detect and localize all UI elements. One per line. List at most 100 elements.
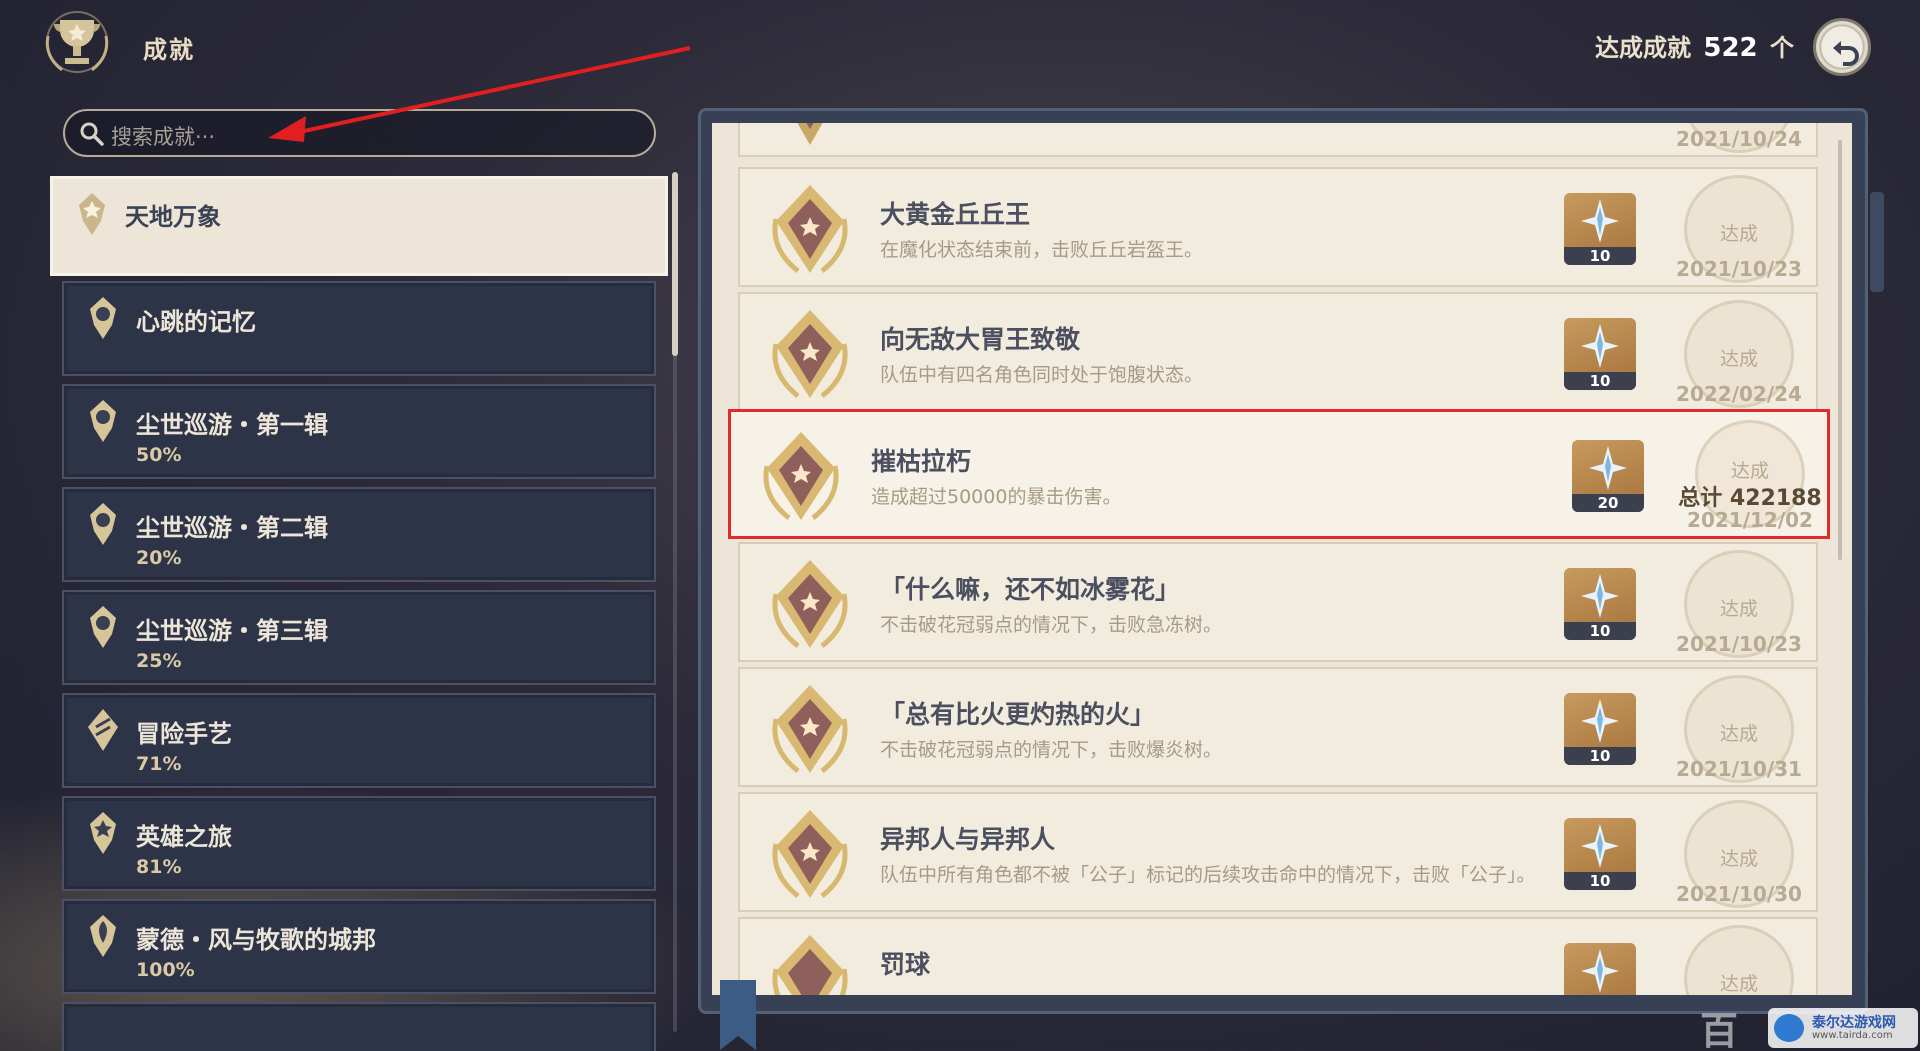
completion-date: 2021/10/31 — [1676, 757, 1802, 781]
completion-status: 达成 — [1719, 598, 1758, 620]
search-placeholder: 搜索成就··· — [111, 125, 216, 149]
watermark-text: 百 — [1700, 1009, 1739, 1051]
category-item-1[interactable]: 心跳的记忆 — [62, 281, 656, 376]
category-name: 尘世巡游・第二辑 — [136, 514, 328, 542]
primogem-icon — [1581, 949, 1619, 993]
completion-status: 达成 — [1719, 348, 1758, 370]
primogem-icon — [1581, 824, 1619, 868]
category-name: 心跳的记忆 — [136, 308, 256, 336]
category-name: 尘世巡游・第三辑 — [136, 617, 328, 645]
category-badge-icon — [90, 400, 116, 442]
reward-amount: 20 — [1572, 494, 1644, 512]
category-badge-icon — [90, 812, 116, 854]
category-item-2[interactable]: 尘世巡游・第一辑 50% — [62, 384, 656, 479]
category-badge-icon — [90, 915, 116, 957]
primogem-icon — [1581, 199, 1619, 243]
achievement-medal-icon — [772, 185, 848, 273]
bookmark-ribbon — [720, 980, 756, 1050]
category-progress: 20% — [136, 547, 182, 569]
primogem-reward: 10 — [1564, 693, 1636, 765]
primogem-reward: 20 — [1572, 440, 1644, 512]
site-name: 泰尔达游戏网 — [1812, 1015, 1896, 1031]
achievement-medal-icon — [772, 685, 848, 773]
count-unit: 个 — [1770, 34, 1794, 62]
completion-date: 2022/02/24 — [1676, 382, 1802, 406]
reward-amount: 10 — [1564, 872, 1636, 890]
completion-stamp: 达成 2021/10/30 — [1670, 800, 1808, 908]
achievement-list: 2021/10/24 大黄金丘丘王 在魔化状态结束前，击败丘丘岩盔王。 10 达… — [712, 123, 1852, 995]
category-item-7[interactable]: 蒙德・风与牧歌的城邦 100% — [62, 899, 656, 994]
site-url: www.tairda.com — [1812, 1030, 1893, 1041]
category-badge-icon — [88, 709, 118, 751]
completion-stamp: 达成 2021/10/23 — [1670, 550, 1808, 658]
achievement-row[interactable]: 大黄金丘丘王 在魔化状态结束前，击败丘丘岩盔王。 10 达成 2021/10/2… — [738, 167, 1818, 287]
achievement-name: 向无敌大胃王致敬 — [880, 325, 1081, 354]
primogem-reward: 10 — [1564, 818, 1636, 890]
completion-date: 2021/10/24 — [1676, 127, 1802, 151]
completion-stamp: 2021/10/24 — [1670, 123, 1808, 153]
achievement-row[interactable]: 「什么嘛，还不如冰雾花」 不击破花冠弱点的情况下，击败急冻树。 10 达成 20… — [738, 542, 1818, 662]
completion-stamp: 达成 2022/02/24 — [1670, 300, 1808, 408]
completion-date: 2021/12/02 — [1687, 508, 1813, 532]
sidebar-scrollbar[interactable] — [672, 172, 678, 356]
achievement-row[interactable]: 向无敌大胃王致敬 队伍中有四名角色同时处于饱腹状态。 10 达成 2022/02… — [738, 292, 1818, 412]
completion-status: 达成 — [1719, 848, 1758, 870]
achievement-medal-icon — [772, 560, 848, 648]
site-watermark-logo: 泰尔达游戏网 www.tairda.com — [1768, 1008, 1918, 1048]
achievement-medal-icon — [772, 935, 848, 995]
category-name: 英雄之旅 — [136, 823, 232, 851]
achievement-desc: 在魔化状态结束前，击败丘丘岩盔王。 — [880, 239, 1204, 261]
category-sidebar: 天地万象 心跳的记忆 尘世巡游・第一辑 50% 尘世巡游・第二辑 20% 尘世巡… — [50, 172, 670, 1051]
achievement-medal-icon — [797, 123, 823, 145]
reward-amount: 10 — [1564, 747, 1636, 765]
back-button[interactable] — [1813, 18, 1871, 76]
primogem-icon — [1581, 324, 1619, 368]
achievement-row[interactable]: 罚球 达成 — [738, 917, 1818, 995]
site-logo-icon — [1774, 1014, 1804, 1042]
achievement-name: 异邦人与异邦人 — [880, 825, 1056, 854]
completion-date: 2021/10/23 — [1676, 257, 1802, 281]
count-prefix: 达成成就 — [1595, 34, 1691, 62]
category-badge-icon — [90, 297, 116, 339]
page-title: 成就 — [143, 36, 195, 64]
reward-amount: 10 — [1564, 247, 1636, 265]
category-item-5[interactable]: 冒险手艺 71% — [62, 693, 656, 788]
primogem-icon — [1581, 699, 1619, 743]
reward-amount: 10 — [1564, 622, 1636, 640]
category-item-0[interactable]: 天地万象 — [50, 176, 668, 276]
category-name: 蒙德・风与牧歌的城邦 — [136, 926, 376, 954]
achievement-desc: 造成超过50000的暴击伤害。 — [871, 486, 1122, 508]
trophy-icon — [45, 11, 109, 73]
back-arrow-icon — [1833, 41, 1859, 66]
category-item-3[interactable]: 尘世巡游・第二辑 20% — [62, 487, 656, 582]
achievement-row-highlighted[interactable]: 摧枯拉朽 造成超过50000的暴击伤害。 20 达成 总计 422188 202… — [728, 409, 1830, 539]
achievement-name: 「什么嘛，还不如冰雾花」 — [880, 575, 1181, 604]
category-item-4[interactable]: 尘世巡游・第三辑 25% — [62, 590, 656, 685]
category-item-partial[interactable] — [62, 1002, 656, 1051]
primogem-reward — [1564, 943, 1636, 995]
achievement-row[interactable]: 「总有比火更灼热的火」 不击破花冠弱点的情况下，击败爆炎树。 10 达成 202… — [738, 667, 1818, 787]
book-side-tab — [1870, 192, 1884, 292]
category-progress: 25% — [136, 650, 182, 672]
category-progress: 81% — [136, 856, 182, 878]
reward-amount: 10 — [1564, 372, 1636, 390]
achievement-desc: 队伍中所有角色都不被「公子」标记的后续攻击命中的情况下，击败「公子」。 — [880, 864, 1536, 886]
category-badge-icon — [79, 193, 105, 235]
category-badge-icon — [90, 503, 116, 545]
primogem-reward: 10 — [1564, 568, 1636, 640]
list-scrollbar[interactable] — [1838, 140, 1842, 560]
achievement-name: 「总有比火更灼热的火」 — [880, 700, 1156, 729]
achievement-row[interactable]: 异邦人与异邦人 队伍中所有角色都不被「公子」标记的后续攻击命中的情况下，击败「公… — [738, 792, 1818, 912]
achievement-medal-icon — [772, 810, 848, 898]
completion-stamp: 达成 2021/10/23 — [1670, 175, 1808, 283]
completion-status: 达成 — [1730, 460, 1769, 482]
completion-date: 2021/10/30 — [1676, 882, 1802, 906]
category-progress: 100% — [136, 959, 195, 981]
primogem-reward: 10 — [1564, 318, 1636, 390]
category-progress: 71% — [136, 753, 182, 775]
completion-status: 达成 — [1719, 223, 1758, 245]
achievement-row[interactable]: 2021/10/24 — [738, 123, 1818, 157]
primogem-icon — [1589, 446, 1627, 490]
achievement-medal-icon — [772, 310, 848, 398]
category-item-6[interactable]: 英雄之旅 81% — [62, 796, 656, 891]
